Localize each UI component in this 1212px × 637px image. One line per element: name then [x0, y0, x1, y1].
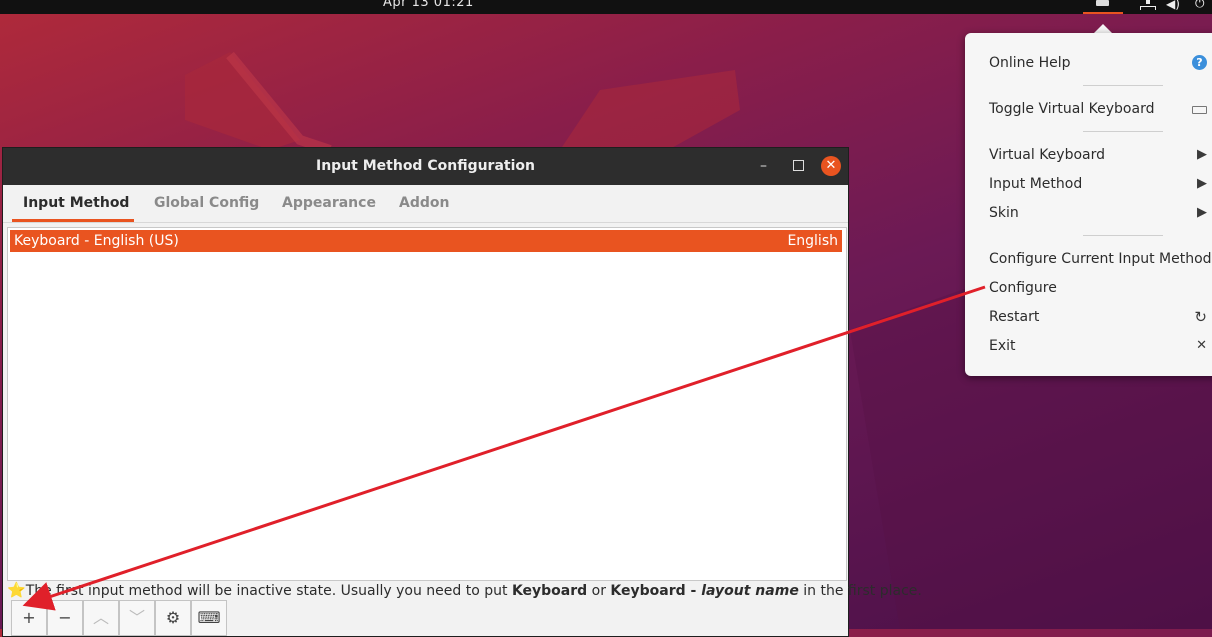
annotation-arrow	[22, 285, 986, 611]
